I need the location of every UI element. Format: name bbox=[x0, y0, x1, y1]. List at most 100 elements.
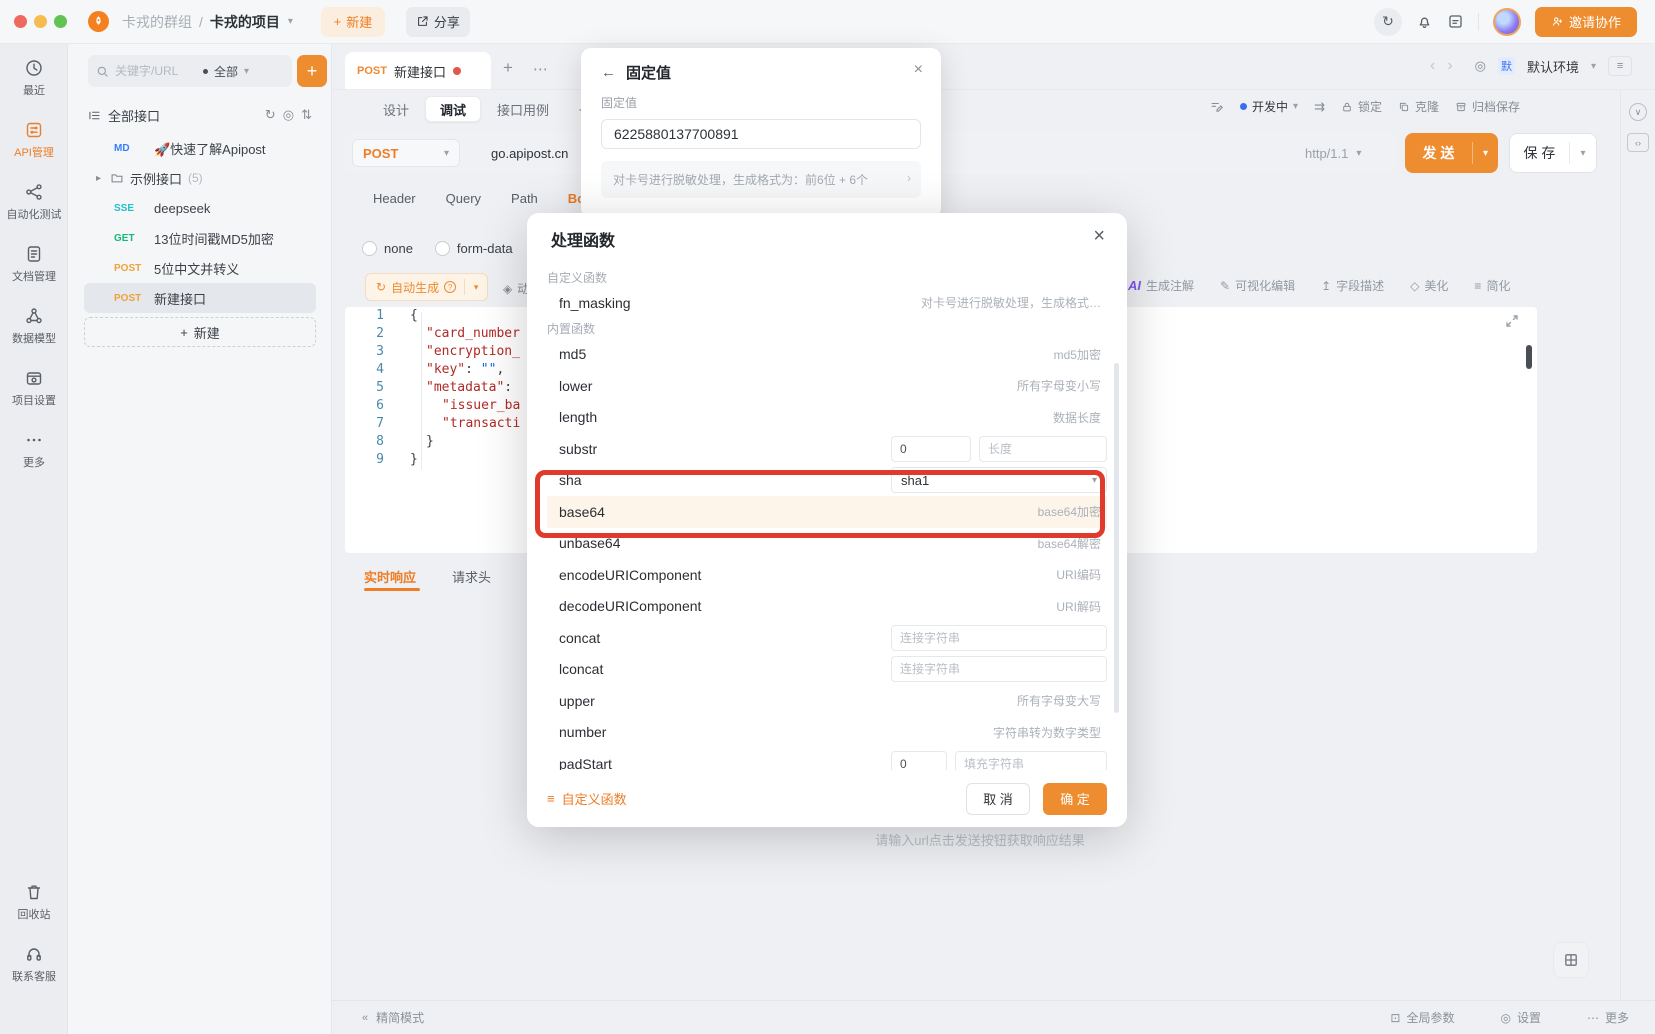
function-row-concat[interactable]: concat bbox=[547, 622, 1107, 654]
request-tab[interactable]: POST 新建接口 bbox=[345, 52, 491, 90]
new-tab-button[interactable]: + bbox=[503, 58, 513, 78]
env-name[interactable]: 默认环境 bbox=[1527, 57, 1579, 76]
ai-tool-3[interactable]: ◇ 美化 bbox=[1410, 277, 1448, 294]
share-button[interactable]: 分享 bbox=[405, 6, 470, 37]
new-button[interactable]: + 新建 bbox=[320, 6, 385, 37]
nav-item-model[interactable]: 数据模型 bbox=[0, 306, 68, 346]
refresh-icon[interactable]: ↻ bbox=[265, 107, 276, 123]
api-list-item[interactable]: MD 🚀快速了解Apipost bbox=[84, 133, 316, 163]
function-row-lower[interactable]: lower 所有字母变小写 bbox=[547, 370, 1107, 402]
function-arg-input[interactable] bbox=[979, 435, 1107, 462]
search-input[interactable] bbox=[115, 64, 197, 78]
expand-editor-icon[interactable] bbox=[1505, 314, 1519, 328]
send-button[interactable]: 发 送 ▾ bbox=[1405, 133, 1498, 173]
api-list-item[interactable]: POST 新建接口 bbox=[84, 283, 316, 313]
function-row-base64[interactable]: base64 base64加密 bbox=[547, 496, 1107, 528]
body-type-form-data[interactable]: form-data bbox=[434, 241, 513, 256]
function-row-encodeURIComponent[interactable]: encodeURIComponent URI编码 bbox=[547, 559, 1107, 591]
confirm-button[interactable]: 确 定 bbox=[1043, 782, 1107, 815]
response-tab-请求头[interactable]: 请求头 bbox=[452, 567, 491, 586]
body-tab-header[interactable]: Header bbox=[373, 191, 416, 206]
editor-scrollbar-thumb[interactable] bbox=[1526, 345, 1532, 369]
api-list-item[interactable]: SSE deepseek bbox=[84, 193, 316, 223]
env-chevron-down-icon[interactable]: ▾ bbox=[1591, 61, 1596, 72]
api-section-row[interactable]: 全部接口 ↻ ◎ ⇅ bbox=[88, 102, 312, 128]
statusbar-0[interactable]: ⊡ 全局参数 bbox=[1390, 1009, 1454, 1026]
add-api-button[interactable]: + bbox=[297, 55, 327, 87]
close-icon[interactable]: × bbox=[1093, 225, 1105, 248]
nav-forward-icon[interactable]: › bbox=[1447, 57, 1452, 75]
ai-tool-0[interactable]: AI 生成注解 bbox=[1128, 277, 1194, 294]
version-icon[interactable]: ∨ bbox=[1629, 103, 1647, 121]
clone-button[interactable]: 克隆 bbox=[1398, 98, 1439, 115]
body-tab-query[interactable]: Query bbox=[446, 191, 481, 206]
avatar[interactable] bbox=[1493, 7, 1521, 36]
function-arg-input[interactable] bbox=[955, 750, 1107, 770]
project-chevron-down-icon[interactable]: ▾ bbox=[288, 16, 293, 27]
new-api-button[interactable]: + 新建 bbox=[84, 317, 316, 347]
tab-more-icon[interactable]: ⋯ bbox=[533, 60, 548, 78]
api-search[interactable]: 全部 ▾ bbox=[88, 55, 292, 87]
statusbar-2[interactable]: ⋯ 更多 bbox=[1587, 1009, 1629, 1026]
breadcrumb-group[interactable]: 卡戎的群组 bbox=[122, 12, 192, 32]
save-chevron-down-icon[interactable]: ▾ bbox=[1570, 148, 1596, 159]
function-row-lconcat[interactable]: lconcat bbox=[547, 654, 1107, 686]
notifications-bell-icon[interactable] bbox=[1416, 13, 1433, 30]
mode-tab-接口用例[interactable]: 接口用例 bbox=[483, 96, 563, 122]
nav-item-support[interactable]: 联系客服 bbox=[0, 944, 68, 984]
close-icon[interactable]: × bbox=[914, 61, 923, 79]
expand-collapse-icon[interactable]: ⇅ bbox=[301, 107, 312, 123]
generate-chevron-down-icon[interactable]: ▾ bbox=[465, 282, 487, 293]
code-snippet-icon[interactable]: ‹› bbox=[1627, 133, 1649, 152]
function-arg-input[interactable] bbox=[891, 656, 1107, 683]
function-row-substr[interactable]: substr bbox=[547, 433, 1107, 465]
save-button[interactable]: 保 存 ▾ bbox=[1509, 133, 1597, 173]
mode-tab-设计[interactable]: 设计 bbox=[369, 96, 423, 122]
function-row-upper[interactable]: upper 所有字母变大写 bbox=[547, 685, 1107, 717]
edit-note-icon[interactable] bbox=[1210, 100, 1224, 114]
method-select[interactable]: POST ▾ bbox=[352, 139, 460, 167]
cancel-button[interactable]: 取 消 bbox=[966, 782, 1030, 815]
nav-back-icon[interactable]: ‹ bbox=[1430, 57, 1435, 75]
locate-icon[interactable]: ◎ bbox=[283, 107, 294, 123]
function-row-number[interactable]: number 字符串转为数字类型 bbox=[547, 717, 1107, 749]
env-target-icon[interactable]: ◎ bbox=[1475, 58, 1486, 74]
window-minimize-button[interactable] bbox=[34, 15, 47, 28]
sync-button[interactable]: ↻ bbox=[1374, 7, 1402, 36]
nav-item-api[interactable]: API管理 bbox=[0, 120, 68, 160]
nav-item-docs[interactable]: 文档管理 bbox=[0, 244, 68, 284]
ai-tool-2[interactable]: ↥ 字段描述 bbox=[1321, 277, 1384, 294]
ai-tool-4[interactable]: ≡ 简化 bbox=[1474, 277, 1510, 294]
function-row-length[interactable]: length 数据长度 bbox=[547, 402, 1107, 434]
ai-tool-1[interactable]: ✎ 可视化编辑 bbox=[1220, 277, 1295, 294]
function-row-padStart[interactable]: padStart bbox=[547, 748, 1107, 770]
function-row-sha[interactable]: sha sha1 ▾ bbox=[547, 465, 1107, 497]
env-manage-icon[interactable]: ≡ bbox=[1608, 56, 1633, 76]
nav-item-project[interactable]: 项目设置 bbox=[0, 368, 68, 408]
custom-function-link[interactable]: ≡ 自定义函数 bbox=[547, 789, 627, 808]
invite-button[interactable]: 邀请协作 bbox=[1535, 6, 1637, 37]
compact-mode-button[interactable]: « 精简模式 bbox=[362, 1009, 424, 1026]
function-row-decodeURIComponent[interactable]: decodeURIComponent URI解码 bbox=[547, 591, 1107, 623]
changelog-icon[interactable] bbox=[1447, 13, 1464, 30]
nav-item-automation[interactable]: 自动化测试 bbox=[0, 182, 68, 222]
lock-button[interactable]: 锁定 bbox=[1341, 98, 1382, 115]
status-select[interactable]: 开发中 ▾ bbox=[1240, 98, 1298, 115]
url-input[interactable]: go.apipost.cn bbox=[491, 146, 568, 161]
filter-chevron-down-icon[interactable]: ▾ bbox=[244, 66, 249, 77]
function-row-md5[interactable]: md5 md5加密 bbox=[547, 339, 1107, 371]
run-flow-icon[interactable]: ⇉ bbox=[1314, 99, 1325, 115]
api-list-item[interactable]: GET 13位时间戳MD5加密 bbox=[84, 223, 316, 253]
http-version-select[interactable]: http/1.1 ▾ bbox=[1305, 146, 1361, 161]
nav-item-more[interactable]: 更多 bbox=[0, 430, 68, 470]
window-zoom-button[interactable] bbox=[54, 15, 67, 28]
body-type-none[interactable]: none bbox=[362, 241, 413, 256]
breadcrumb-project[interactable]: 卡戎的项目 bbox=[210, 12, 280, 32]
api-list-item[interactable]: ▸ 示例接口 (5) bbox=[84, 163, 316, 193]
window-close-button[interactable] bbox=[14, 15, 27, 28]
archive-button[interactable]: 归档保存 bbox=[1455, 98, 1520, 115]
filter-all-label[interactable]: 全部 bbox=[214, 63, 238, 80]
back-arrow-icon[interactable]: ← bbox=[601, 64, 616, 81]
function-row-fn_masking[interactable]: fn_masking 对卡号进行脱敏处理，生成格式… bbox=[547, 287, 1107, 319]
chevron-right-icon[interactable]: ▸ bbox=[96, 173, 110, 184]
